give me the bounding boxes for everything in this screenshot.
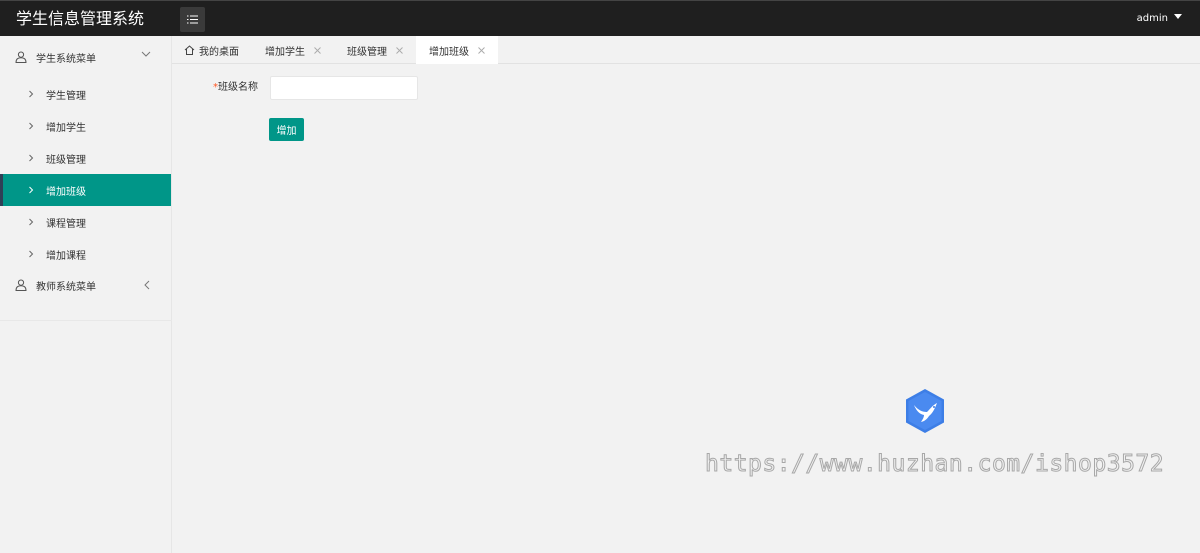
- tab-label: 增加学生: [265, 46, 305, 58]
- tab-bar: 我的桌面 增加学生 班级管理 增加班级: [172, 36, 1200, 64]
- sidebar-item-label: 增加班级: [46, 186, 86, 198]
- chevron-right-icon: [29, 186, 34, 194]
- watermark-text: https://www.huzhan.com/ishop3572: [705, 451, 1165, 478]
- close-icon[interactable]: [314, 46, 321, 54]
- user-menu[interactable]: admin: [1137, 1, 1182, 37]
- class-name-label-text: 班级名称: [218, 82, 258, 93]
- app-title: 学生信息管理系统: [16, 9, 145, 28]
- menu-list-icon: [187, 15, 198, 24]
- close-icon[interactable]: [478, 46, 485, 54]
- sidebar-item-label: 班级管理: [46, 154, 86, 166]
- main-content: *班级名称 增加: [172, 64, 1200, 553]
- sidebar-item-student-manage[interactable]: 学生管理: [0, 78, 171, 110]
- tab-add-student[interactable]: 增加学生: [252, 36, 334, 64]
- chevron-right-icon: [29, 154, 34, 162]
- sidebar-item-label: 增加学生: [46, 122, 86, 134]
- sidebar-item-course-manage[interactable]: 课程管理: [0, 206, 171, 238]
- bird-logo-icon: [906, 389, 944, 433]
- sidebar-item-add-course[interactable]: 增加课程: [0, 238, 171, 270]
- sidebar: 学生系统菜单 学生管理 增加学生 班级管理 增加班级 课程管理 增加课程 教师系…: [0, 36, 172, 553]
- user-icon: [15, 279, 27, 291]
- sidebar-item-label: 课程管理: [46, 218, 86, 230]
- tab-label: 班级管理: [347, 46, 387, 58]
- tab-label: 增加班级: [429, 46, 469, 58]
- add-button[interactable]: 增加: [269, 118, 304, 141]
- caret-down-icon: [1174, 14, 1182, 19]
- chevron-right-icon: [29, 250, 34, 258]
- sidebar-group-label: 学生系统菜单: [36, 53, 96, 65]
- chevron-left-icon: [144, 280, 150, 290]
- sidebar-item-label: 增加课程: [46, 250, 86, 262]
- class-name-input[interactable]: [270, 76, 418, 100]
- class-name-label: *班级名称: [186, 76, 258, 100]
- sidebar-group-teacher[interactable]: 教师系统菜单: [0, 270, 171, 300]
- tab-class-manage[interactable]: 班级管理: [334, 36, 416, 64]
- user-name: admin: [1136, 13, 1168, 24]
- tab-my-desktop[interactable]: 我的桌面: [172, 36, 252, 64]
- sidebar-item-add-class[interactable]: 增加班级: [0, 174, 171, 206]
- user-icon: [15, 51, 27, 63]
- sidebar-divider: [0, 320, 172, 321]
- chevron-right-icon: [29, 90, 34, 98]
- home-icon: [184, 45, 195, 55]
- close-icon[interactable]: [396, 46, 403, 54]
- sidebar-group-student[interactable]: 学生系统菜单: [0, 36, 171, 78]
- tab-add-class[interactable]: 增加班级: [416, 36, 498, 64]
- sidebar-toggle-button[interactable]: [180, 7, 205, 32]
- sidebar-item-label: 学生管理: [46, 90, 86, 102]
- sidebar-item-class-manage[interactable]: 班级管理: [0, 142, 171, 174]
- top-header: 学生信息管理系统 admin: [0, 0, 1200, 36]
- tab-label: 我的桌面: [199, 46, 239, 58]
- chevron-right-icon: [29, 218, 34, 226]
- chevron-right-icon: [29, 122, 34, 130]
- sidebar-item-add-student[interactable]: 增加学生: [0, 110, 171, 142]
- chevron-down-icon: [141, 51, 151, 57]
- sidebar-group-label: 教师系统菜单: [36, 281, 96, 293]
